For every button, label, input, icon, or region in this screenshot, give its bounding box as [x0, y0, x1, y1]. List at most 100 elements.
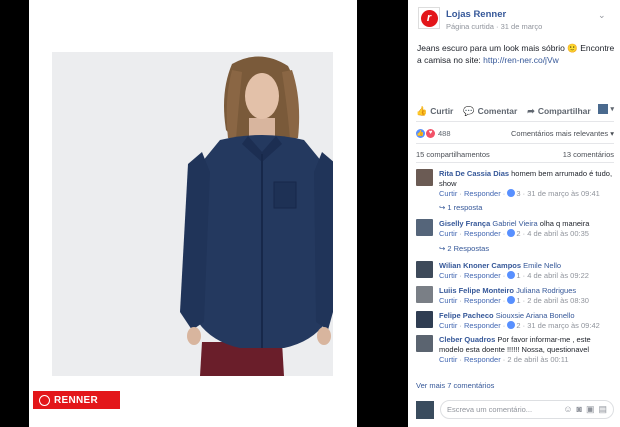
commenter-avatar[interactable]: [416, 311, 433, 328]
comment-meta: Curtir · Responder · 2 de abril às 00:11: [439, 355, 569, 364]
post-photo[interactable]: [52, 52, 333, 376]
renner-logo-text: RENNER: [54, 394, 99, 406]
reaction-love-icon: ♥: [426, 128, 435, 138]
gif-icon[interactable]: ▣: [586, 404, 595, 415]
post-date[interactable]: 31 de março: [501, 22, 543, 31]
view-replies-link[interactable]: ↪ 2 Respostas: [439, 244, 489, 253]
like-badge-icon: [507, 189, 516, 197]
view-replies-link[interactable]: ↪ 1 resposta: [439, 203, 482, 212]
comment-like-link[interactable]: Curtir: [439, 355, 457, 364]
commenter-avatar[interactable]: [416, 169, 433, 186]
page-avatar[interactable]: r: [418, 7, 440, 29]
comment-like-link[interactable]: Curtir: [439, 296, 457, 305]
share-icon: ➦: [527, 105, 535, 116]
comments-count-link[interactable]: 13 comentários: [563, 150, 614, 159]
commenter-name[interactable]: Luiis Felipe Monteiro: [439, 286, 514, 295]
viewer-mid-backdrop: [357, 0, 408, 427]
post-actions-bar: 👍 Curtir 💬 Comentar ➦ Compartilhar ▾: [416, 104, 614, 118]
comment-reply-link[interactable]: Responder: [464, 296, 501, 305]
comment-reply-link[interactable]: Responder: [464, 229, 501, 238]
comment-date[interactable]: 31 de março às 09:41: [527, 189, 600, 198]
commenter-avatar[interactable]: [416, 335, 433, 352]
comment-button-label: Comentar: [477, 106, 518, 116]
comment-like-count: 2: [516, 321, 521, 330]
commenter-name[interactable]: Rita De Cassia Dias: [439, 169, 509, 178]
actions-divider: [416, 121, 614, 122]
sticker-icon[interactable]: ▤: [598, 404, 607, 415]
comment-reply-link[interactable]: Responder: [464, 355, 501, 364]
comment-body: Rita De Cassia Dias homem bem arrumado é…: [439, 169, 613, 199]
tagged-user[interactable]: Siouxsie Ariana Bonello: [496, 311, 575, 320]
commenter-avatar[interactable]: [416, 261, 433, 278]
viewer-left-backdrop: [0, 0, 29, 427]
commenter-name[interactable]: Felipe Pacheco: [439, 311, 494, 320]
reactions-row[interactable]: 👍 ♥ 488 Comentários mais relevantes ▾: [416, 127, 614, 139]
comment-input[interactable]: Escreva um comentário... ☺ ◙ ▣ ▤: [440, 400, 614, 419]
reactions-count: 488: [438, 128, 451, 138]
comment-date[interactable]: 4 de abril às 09:22: [527, 271, 589, 280]
comment-text: olha q maneira: [539, 219, 590, 228]
commenter-name[interactable]: Cleber Quadros: [439, 335, 495, 344]
tagged-user[interactable]: Juliana Rodrigues: [516, 286, 576, 295]
page-mini-avatar: [598, 104, 609, 114]
share-button[interactable]: ➦ Compartilhar: [527, 106, 590, 117]
post-side-panel: r Lojas Renner Página curtida · 31 de ma…: [408, 0, 620, 427]
comment-date[interactable]: 31 de março às 09:42: [527, 321, 600, 330]
comment-input-icons: ☺ ◙ ▣ ▤: [563, 404, 607, 415]
shares-count-link[interactable]: 15 compartilhamentos: [416, 150, 490, 159]
post-link[interactable]: http://ren-ner.co/jVw: [483, 55, 559, 65]
comment-body: Giselly França Gabriel Vieira olha q man…: [439, 219, 613, 239]
renner-logo: RENNER: [33, 391, 120, 409]
comment-input-placeholder: Escreva um comentário...: [447, 405, 533, 414]
comment-date[interactable]: 2 de abril às 00:11: [507, 355, 568, 364]
like-button[interactable]: 👍 Curtir: [416, 106, 453, 117]
comment-meta: Curtir · Responder · 1 · 2 de abril às 0…: [439, 296, 589, 305]
comment-like-count: 1: [516, 271, 521, 280]
comment-reply-link[interactable]: Responder: [464, 321, 501, 330]
commenter-avatar[interactable]: [416, 219, 433, 236]
like-badge-icon: [507, 271, 516, 279]
comment-button[interactable]: 💬 Comentar: [463, 106, 517, 117]
like-button-label: Curtir: [430, 106, 454, 116]
page-avatar-logo: r: [420, 9, 438, 27]
page-name-link[interactable]: Lojas Renner: [446, 9, 506, 20]
comment-reply-link[interactable]: Responder: [464, 271, 501, 280]
comment-like-link[interactable]: Curtir: [439, 189, 457, 198]
comment-date[interactable]: 2 de abril às 08:30: [527, 296, 589, 305]
post-meta: Página curtida · 31 de março: [446, 22, 543, 31]
comment-like-link[interactable]: Curtir: [439, 321, 457, 330]
comment-like-link[interactable]: Curtir: [439, 271, 457, 280]
commenter-name[interactable]: Wilian Knoner Campos: [439, 261, 521, 270]
comments-sort-dropdown[interactable]: Comentários mais relevantes ▾: [511, 129, 614, 138]
model-photo-illustration: [52, 52, 333, 376]
comment-icon: 💬: [463, 105, 475, 116]
comment-body: Luiis Felipe Monteiro Juliana Rodrigues …: [439, 286, 613, 306]
renner-logo-mark: [39, 394, 50, 406]
commenter-avatar[interactable]: [416, 286, 433, 303]
photo-panel: RENNER: [29, 0, 357, 427]
engagement-counts: 15 compartilhamentos 13 comentários: [416, 150, 614, 159]
share-button-label: Compartilhar: [537, 106, 591, 116]
replies-count: 2 Respostas: [447, 244, 490, 253]
chevron-down-icon[interactable]: ⌄: [598, 10, 606, 21]
comment-like-count: 2: [516, 229, 521, 238]
reaction-like-icon: 👍: [416, 128, 425, 138]
post-text: Jeans escuro para um look mais sóbrio 🙂 …: [417, 42, 615, 66]
view-more-comments-link[interactable]: Ver mais 7 comentários: [416, 381, 494, 390]
like-badge-icon: [507, 321, 516, 329]
comment-body: Cleber Quadros Por favor informar-me , e…: [439, 335, 613, 365]
page-liked-label: Página curtida: [446, 22, 494, 31]
emoji-icon[interactable]: ☺: [563, 404, 572, 415]
comment-date[interactable]: 4 de abril às 00:35: [527, 229, 589, 238]
smile-emoji: 🙂: [567, 43, 578, 53]
chevron-down-icon: ▾: [610, 106, 614, 113]
tagged-user[interactable]: Emile Nello: [523, 261, 561, 270]
camera-icon[interactable]: ◙: [577, 404, 582, 415]
comment-like-link[interactable]: Curtir: [439, 229, 457, 238]
commenter-name[interactable]: Giselly França: [439, 219, 490, 228]
comment-reply-link[interactable]: Responder: [464, 189, 501, 198]
post-as-selector[interactable]: ▾: [598, 104, 614, 114]
reply-arrow-icon: ↪: [439, 244, 446, 253]
current-user-avatar: [416, 401, 434, 419]
tagged-user[interactable]: Gabriel Vieira: [492, 219, 537, 228]
